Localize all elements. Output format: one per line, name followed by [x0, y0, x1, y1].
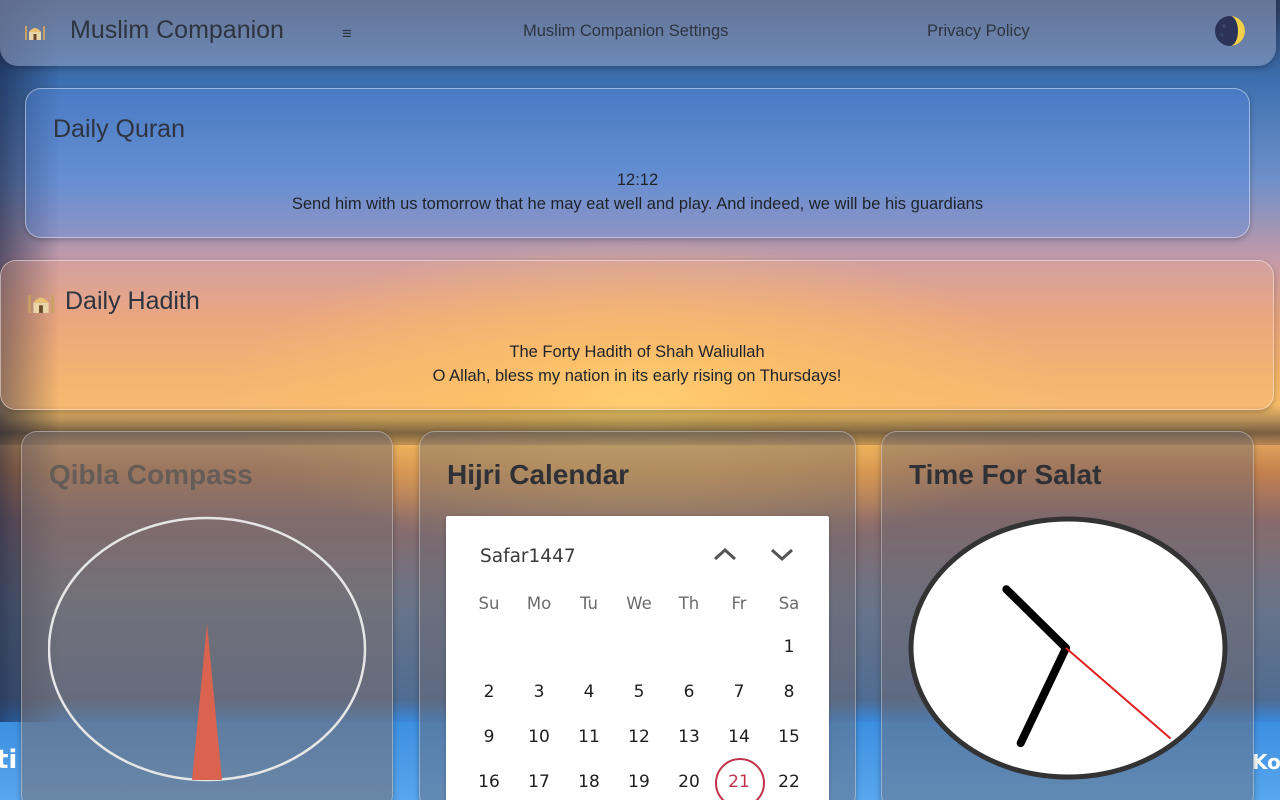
calendar-day[interactable]: 8 — [764, 682, 814, 702]
calendar-day[interactable]: 10 — [514, 727, 564, 747]
calendar-week-row: 9 10 11 12 13 14 15 — [464, 714, 814, 759]
calendar-day[interactable]: 9 — [464, 727, 514, 747]
calendar-day[interactable]: 19 — [614, 772, 664, 792]
nav-privacy-link[interactable]: Privacy Policy — [927, 22, 1030, 41]
salat-time-title: Time For Salat — [909, 459, 1102, 490]
nav-settings-link[interactable]: Muslim Companion Settings — [523, 22, 728, 41]
calendar-day[interactable]: 15 — [764, 727, 814, 747]
calendar-day[interactable]: 2 — [464, 682, 514, 702]
hadith-source: The Forty Hadith of Shah Waliullah — [509, 343, 765, 361]
calendar-picker: Safar1447 Su Mo Tu We Th Fr Sa 1 2 3 4 5 6 7 8 9 10 11 12 1… — [446, 516, 829, 800]
calendar-day[interactable]: 3 — [514, 682, 564, 702]
calendar-day[interactable]: 7 — [714, 682, 764, 702]
app-title: Muslim Companion — [70, 16, 284, 44]
calendar-weekday-label: Th — [678, 593, 700, 613]
compass-dial — [48, 516, 367, 782]
calendar-day[interactable]: 18 — [564, 772, 614, 792]
calendar-day[interactable]: 16 — [464, 772, 514, 792]
calendar-week-row: 1 — [464, 624, 814, 669]
quran-verse-reference: 12:12 — [616, 171, 659, 189]
calendar-day[interactable]: 4 — [564, 682, 614, 702]
qibla-compass-title: Qibla Compass — [49, 459, 253, 490]
calendar-day[interactable]: 13 — [664, 727, 714, 747]
calendar-day[interactable]: 22 — [764, 772, 814, 792]
analog-clock — [908, 516, 1228, 780]
calendar-day[interactable]: 6 — [664, 682, 714, 702]
calendar-day[interactable]: 17 — [514, 772, 564, 792]
calendar-day[interactable]: 20 — [664, 772, 714, 792]
moon-phase-icon[interactable] — [1212, 15, 1248, 47]
calendar-weekday-label: Tu — [579, 593, 599, 613]
calendar-day[interactable]: 12 — [614, 727, 664, 747]
calendar-grid: Su Mo Tu We Th Fr Sa 1 2 3 4 5 6 7 8 9 10 11 12 13 14 15 16 17 1… — [464, 582, 814, 800]
top-navbar: Muslim Companion ≡ Muslim Companion Sett… — [0, 0, 1276, 66]
calendar-week-row: 2345678 — [464, 669, 814, 714]
calendar-weekday-row: Su Mo Tu We Th Fr Sa — [464, 582, 814, 624]
daily-quran-card: Daily Quran 12:12 Send him with us tomor… — [25, 88, 1250, 238]
quran-verse-text: Send him with us tomorrow that he may ea… — [291, 195, 984, 213]
daily-hadith-title: Daily Hadith — [65, 287, 200, 315]
background-watermark-right: Ko — [1252, 750, 1280, 774]
calendar-weekday-label: We — [626, 593, 652, 613]
chevron-down-icon[interactable] — [767, 542, 797, 566]
background-watermark-left: ti — [0, 745, 18, 775]
calendar-day[interactable]: 14 — [714, 727, 764, 747]
salat-time-widget: Time For Salat — [881, 431, 1254, 800]
hijri-calendar-widget: Hijri Calendar Safar1447 Su Mo Tu We Th Fr Sa 1… — [419, 431, 856, 800]
calendar-weekday-label: Fr — [731, 593, 747, 613]
mosque-icon — [28, 295, 54, 313]
hamburger-menu-icon[interactable]: ≡ — [342, 24, 352, 44]
qibla-compass-widget: Qibla Compass — [21, 431, 393, 800]
calendar-day[interactable]: 11 — [564, 727, 614, 747]
calendar-day[interactable]: 21 — [714, 757, 765, 800]
calendar-month-label: Safar1447 — [480, 546, 576, 567]
calendar-weekday-label: Sa — [778, 593, 800, 613]
calendar-weekday-label: Mo — [526, 593, 552, 613]
daily-quran-title: Daily Quran — [53, 115, 185, 143]
calendar-weekday-label: Su — [478, 593, 500, 613]
mosque-icon — [25, 26, 45, 40]
hadith-text: O Allah, bless my nation in its early ri… — [432, 367, 842, 385]
calendar-week-row: 16 17 18 19 20 21 22 — [464, 757, 814, 800]
calendar-day[interactable]: 5 — [614, 682, 664, 702]
calendar-day[interactable]: 1 — [764, 637, 814, 657]
chevron-up-icon[interactable] — [710, 542, 740, 566]
hijri-calendar-title: Hijri Calendar — [447, 459, 630, 490]
qibla-needle-icon — [192, 624, 222, 780]
daily-hadith-card: Daily Hadith The Forty Hadith of Shah Wa… — [0, 260, 1274, 410]
